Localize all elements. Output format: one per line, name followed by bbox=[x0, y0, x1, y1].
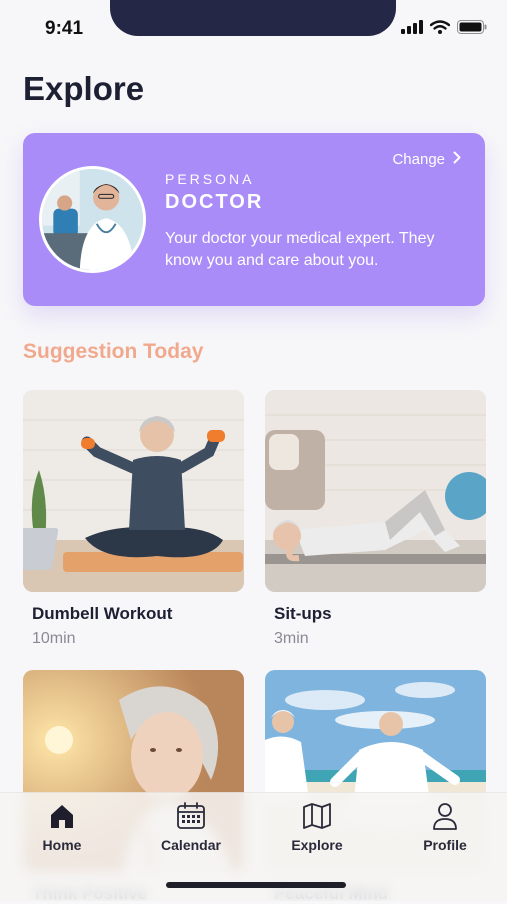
map-icon bbox=[267, 801, 367, 831]
calendar-icon bbox=[141, 801, 241, 831]
page-title: Explore bbox=[23, 70, 145, 107]
situps-image[interactable] bbox=[265, 390, 486, 592]
chevron-right-icon bbox=[453, 151, 461, 168]
tab-calendar[interactable]: Calendar bbox=[141, 801, 241, 853]
tab-explore[interactable]: Explore bbox=[267, 801, 367, 853]
battery-icon bbox=[457, 20, 487, 34]
tab-home[interactable]: Home bbox=[12, 801, 112, 853]
card-title: Sit-ups bbox=[274, 604, 332, 623]
status-bar: 9:41 bbox=[0, 0, 507, 56]
card-duration: 3min bbox=[274, 630, 309, 647]
card-title: Dumbell Workout bbox=[32, 604, 173, 623]
tab-profile[interactable]: Profile bbox=[395, 801, 495, 853]
wifi-icon bbox=[430, 20, 450, 34]
workout-card-dumbell[interactable]: Dumbell Workout 10min bbox=[23, 390, 244, 648]
home-icon bbox=[12, 801, 112, 831]
tab-label: Explore bbox=[291, 837, 343, 853]
status-icons bbox=[401, 20, 487, 34]
card-duration: 10min bbox=[32, 630, 76, 647]
tab-label: Profile bbox=[423, 837, 467, 853]
persona-description: Your doctor your medical expert. They kn… bbox=[165, 230, 435, 269]
persona-name: DOCTOR bbox=[165, 191, 264, 213]
section-title: Suggestion Today bbox=[23, 340, 204, 363]
status-time: 9:41 bbox=[45, 18, 84, 39]
user-icon bbox=[395, 801, 495, 831]
persona-change-link[interactable]: Change bbox=[392, 151, 461, 168]
tab-label: Home bbox=[42, 837, 82, 853]
signal-icon bbox=[401, 20, 423, 34]
tab-label: Calendar bbox=[161, 837, 221, 853]
persona-card[interactable]: Change PERSONA DOCTOR Your doctor your m… bbox=[23, 133, 485, 306]
workout-card-situps[interactable]: Sit-ups 3min bbox=[265, 390, 486, 648]
persona-avatar bbox=[39, 166, 146, 273]
change-label: Change bbox=[392, 151, 445, 168]
device-notch bbox=[110, 0, 396, 36]
home-indicator[interactable] bbox=[166, 882, 346, 888]
doctor-photo bbox=[42, 169, 143, 270]
persona-eyebrow: PERSONA bbox=[165, 171, 255, 187]
dumbell-workout-image[interactable] bbox=[23, 390, 244, 592]
